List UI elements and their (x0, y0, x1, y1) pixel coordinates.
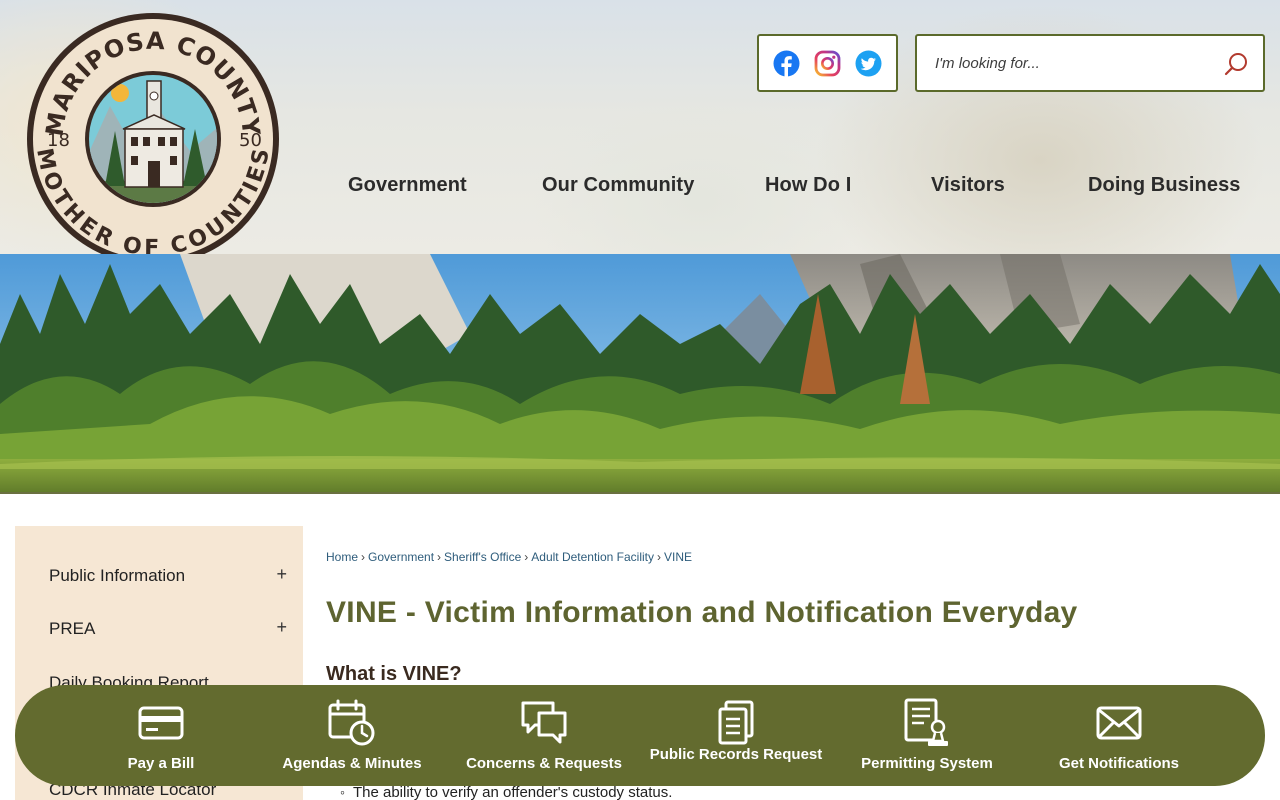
breadcrumb-home[interactable]: Home (326, 550, 358, 564)
section-heading: What is VINE? (326, 663, 462, 685)
calendar-clock-icon (322, 693, 382, 753)
quicklink-public-records-request[interactable]: Public Records Request (641, 685, 831, 786)
nav-government[interactable]: Government (348, 174, 467, 197)
site-search (915, 34, 1265, 92)
envelope-icon (1089, 693, 1149, 753)
quicklink-agendas-minutes[interactable]: Agendas & Minutes (257, 685, 447, 786)
instagram-icon[interactable] (814, 50, 841, 77)
nav-how-do-i[interactable]: How Do I (765, 174, 851, 197)
expand-plus-icon[interactable]: + (276, 617, 287, 638)
quicklink-pay-a-bill[interactable]: Pay a Bill (66, 685, 256, 786)
documents-icon (706, 693, 766, 753)
quicklink-label: Public Records Request (649, 746, 823, 763)
quicklink-label: Agendas & Minutes (282, 755, 422, 772)
quicklink-label: Concerns & Requests (466, 755, 622, 772)
sidebar-item-prea[interactable]: PREA (49, 619, 289, 639)
breadcrumb-sheriffs-office[interactable]: Sheriff's Office (444, 550, 521, 564)
nav-our-community[interactable]: Our Community (542, 174, 694, 197)
facebook-icon[interactable] (773, 50, 800, 77)
county-seal-logo[interactable]: MARIPOSA COUNTY MOTHER OF COUNTIES 18 50 (25, 11, 282, 254)
sidebar-item-public-information[interactable]: Public Information (49, 566, 289, 586)
nav-visitors[interactable]: Visitors (931, 174, 1005, 197)
breadcrumb: Home › Government › Sheriff's Office › Adult D… (326, 550, 693, 564)
list-item: The ability to verify an offender's cust… (340, 784, 672, 800)
nav-doing-business[interactable]: Doing Business (1088, 174, 1241, 197)
quicklink-concerns-requests[interactable]: Concerns & Requests (449, 685, 639, 786)
breadcrumb-adult-detention-facility[interactable]: Adult Detention Facility (531, 550, 654, 564)
quicklink-label: Permitting System (861, 755, 993, 772)
breadcrumb-vine[interactable]: VINE (664, 550, 692, 564)
site-header: MARIPOSA COUNTY MOTHER OF COUNTIES 18 50 (0, 0, 1280, 254)
twitter-icon[interactable] (855, 50, 882, 77)
expand-plus-icon[interactable]: + (276, 564, 287, 585)
search-input[interactable] (935, 50, 1215, 76)
svg-text:18: 18 (47, 130, 70, 151)
quicklink-get-notifications[interactable]: Get Notifications (1024, 685, 1214, 786)
credit-card-icon (131, 693, 191, 753)
hero-banner-image (0, 254, 1280, 494)
quick-links-bar: Pay a Bill Agendas & Minutes Concerns & … (15, 685, 1265, 786)
svg-text:50: 50 (239, 130, 262, 151)
page-title: VINE - Victim Information and Notificati… (326, 596, 1078, 629)
quicklink-label: Get Notifications (1058, 755, 1179, 772)
chat-bubbles-icon (514, 693, 574, 753)
quicklink-label: Pay a Bill (127, 755, 195, 772)
search-icon[interactable] (1223, 51, 1249, 77)
permit-stamp-icon (897, 693, 957, 753)
quicklink-permitting-system[interactable]: Permitting System (832, 685, 1022, 786)
main-navigation: Government Our Community How Do I Visito… (0, 174, 1280, 204)
social-media-links (757, 34, 898, 92)
breadcrumb-government[interactable]: Government (368, 550, 434, 564)
